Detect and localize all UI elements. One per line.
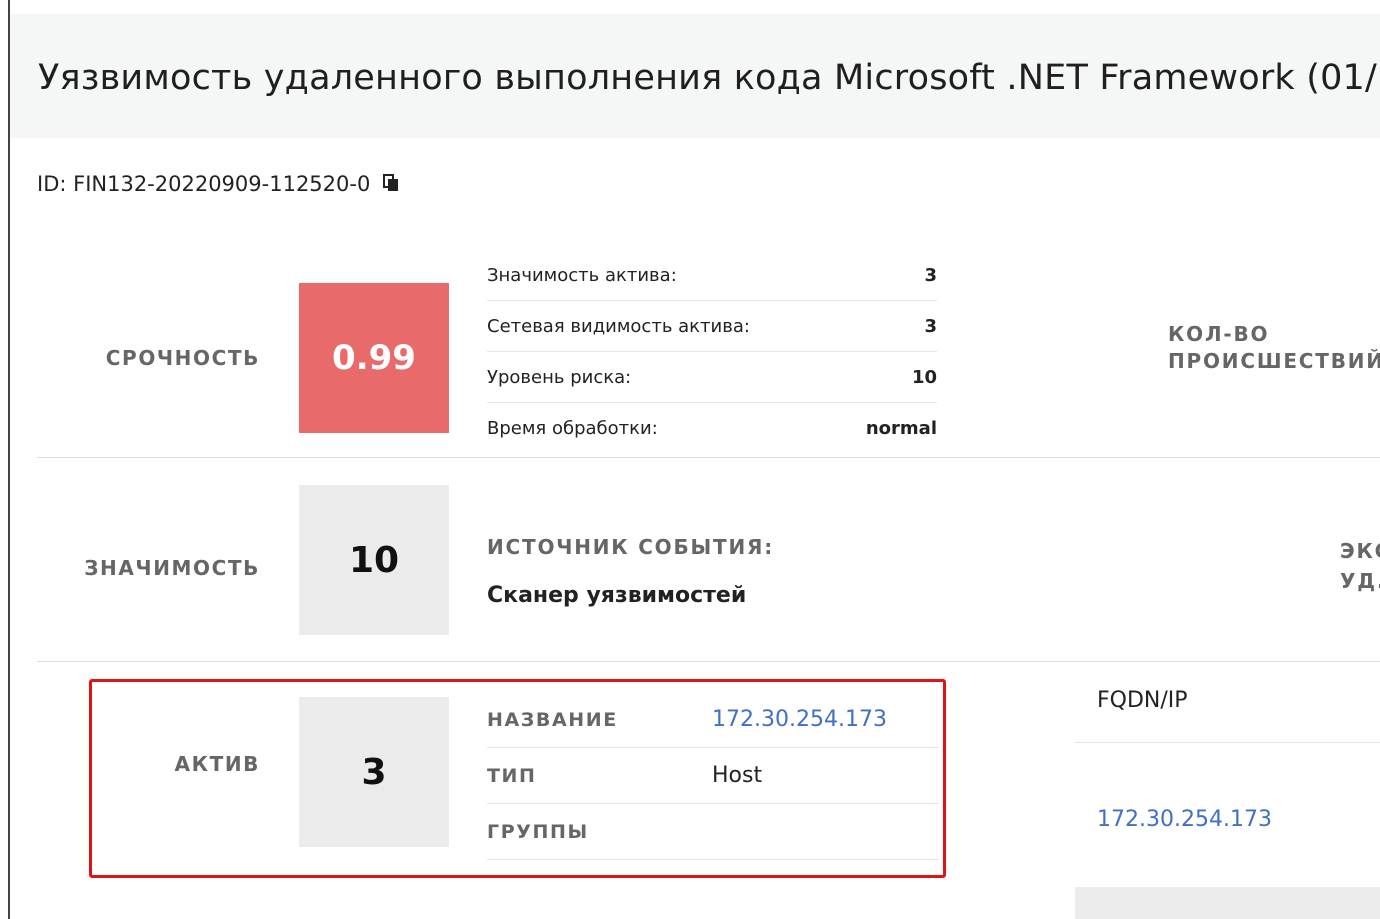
urgency-metrics: Значимость актива: 3 Сетевая видимость а… — [487, 250, 937, 453]
event-source-label: ИСТОЧНИК СОБЫТИЯ: — [487, 535, 775, 559]
metric-row: Уровень риска: 10 — [487, 352, 937, 403]
table-footer-block — [1075, 887, 1380, 919]
copy-icon[interactable] — [383, 173, 399, 197]
row-divider — [37, 661, 1380, 662]
page-header: Уязвимость удаленного выполнения кода Mi… — [10, 14, 1380, 138]
exploit-label-line2: УД. — [1340, 569, 1380, 593]
metric-value: 10 — [911, 366, 937, 388]
event-source-value: Сканер уязвимостей — [487, 583, 747, 608]
fqdn-link[interactable]: 172.30.254.173 — [1097, 807, 1272, 832]
row-divider — [37, 457, 1380, 458]
metric-row: Значимость актива: 3 — [487, 250, 937, 301]
significance-label: ЗНАЧИМОСТЬ — [84, 556, 260, 580]
metric-label: Сетевая видимость актива: — [487, 315, 750, 337]
incidents-label-line2: ПРОИСШЕСТВИЙ — [1168, 349, 1380, 373]
fqdn-label: FQDN/IP — [1097, 688, 1188, 713]
highlight-box — [89, 679, 946, 878]
metric-value: 3 — [924, 315, 937, 337]
incidents-label-line1: КОЛ-ВО — [1168, 322, 1270, 346]
metric-label: Время обработки: — [487, 417, 658, 439]
exploit-label: ЭКС УД. — [1340, 536, 1380, 596]
page-title: Уязвимость удаленного выполнения кода Mi… — [38, 58, 1378, 98]
metric-label: Значимость актива: — [487, 264, 677, 286]
urgency-score: 0.99 — [299, 283, 449, 433]
metric-value: 3 — [924, 264, 937, 286]
metric-label: Уровень риска: — [487, 366, 632, 388]
incidents-count-label: КОЛ-ВО ПРОИСШЕСТВИЙ — [1168, 321, 1380, 375]
metric-value: normal — [865, 417, 937, 439]
metric-row: Сетевая видимость актива: 3 — [487, 301, 937, 352]
significance-score: 10 — [299, 485, 449, 635]
fqdn-divider — [1075, 742, 1380, 743]
exploit-label-line1: ЭКС — [1340, 539, 1380, 563]
incident-id: ID: FIN132-20220909-112520-0 — [37, 172, 399, 197]
metric-row: Время обработки: normal — [487, 403, 937, 453]
incident-id-text: ID: FIN132-20220909-112520-0 — [37, 172, 371, 196]
urgency-label: СРОЧНОСТЬ — [105, 346, 260, 370]
